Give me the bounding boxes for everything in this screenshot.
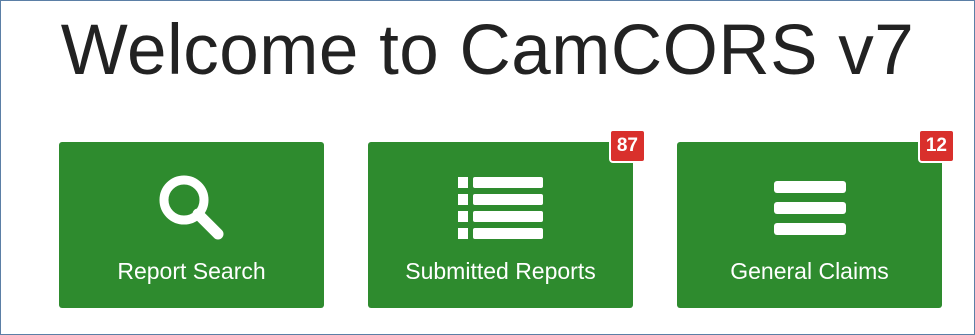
page-title: Welcome to CamCORS v7: [60, 11, 915, 90]
list-icon: [368, 168, 633, 248]
general-claims-tile[interactable]: General Claims 12: [677, 129, 955, 308]
search-icon: [59, 168, 324, 248]
general-claims-count-badge: 12: [917, 129, 955, 163]
page-frame: Welcome to CamCORS v7 Report Search Subm…: [0, 0, 975, 335]
report-search-label: Report Search: [117, 258, 266, 284]
menu-icon: [677, 168, 942, 248]
report-search-tile[interactable]: Report Search: [59, 142, 324, 308]
submitted-reports-count-badge: 87: [608, 129, 646, 163]
submitted-reports-label: Submitted Reports: [405, 258, 596, 284]
general-claims-label: General Claims: [730, 258, 889, 284]
submitted-reports-tile[interactable]: Submitted Reports 87: [368, 129, 646, 308]
